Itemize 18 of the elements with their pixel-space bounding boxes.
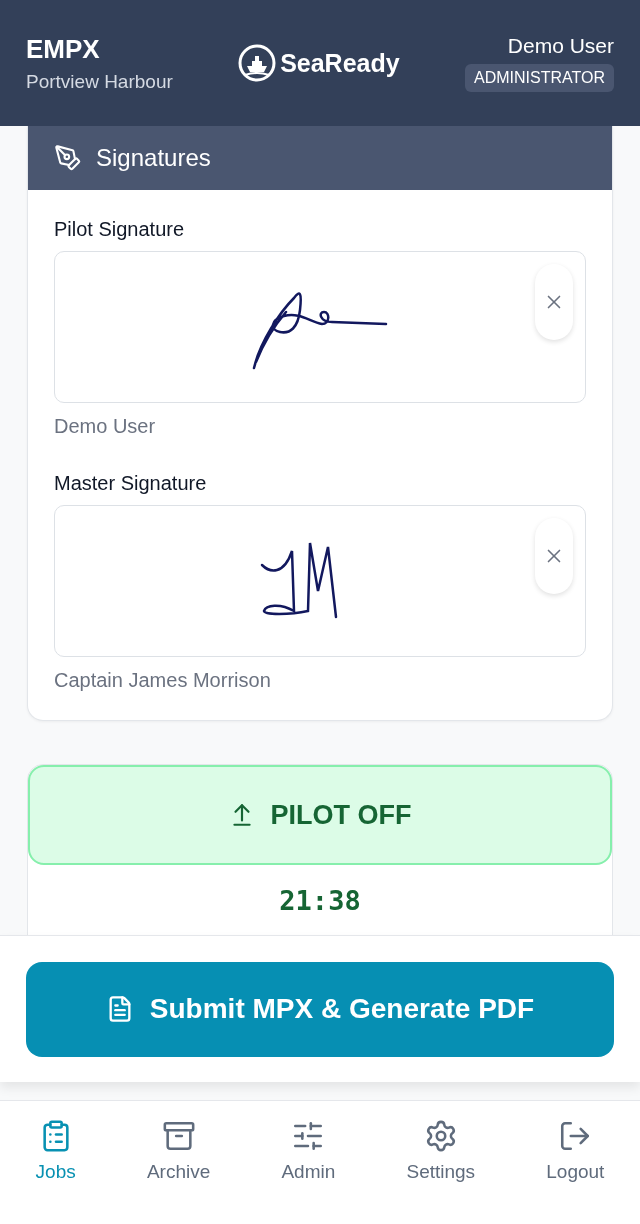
card-title: Signatures: [96, 144, 211, 172]
signature-label: Master Signature: [54, 472, 208, 495]
signature-label: Pilot Signature: [54, 218, 186, 241]
nav-tab[interactable]: Jobs: [29, 1119, 82, 1183]
nav-tab[interactable]: Settings: [400, 1119, 482, 1183]
submit-button[interactable]: Submit MPX & Generate PDF: [26, 961, 614, 1057]
port-name: Portview Harbour: [26, 70, 173, 93]
logo-text: SeaReady: [280, 48, 400, 78]
nav-tab[interactable]: Logout: [540, 1119, 611, 1183]
signer-name: Captain James Morrison: [54, 669, 272, 692]
nav-tab[interactable]: Admin: [275, 1119, 342, 1183]
user-name: Demo User: [507, 34, 614, 58]
signer-name: Demo User: [54, 415, 157, 438]
pilot-off-button[interactable]: PILOT OFF: [28, 765, 612, 865]
nav-tab[interactable]: Archive: [140, 1119, 217, 1183]
app-title: EMPX: [26, 33, 100, 65]
role-badge: ADMINISTRATOR: [465, 64, 614, 92]
pilot-off-time: 21:38: [278, 885, 362, 916]
